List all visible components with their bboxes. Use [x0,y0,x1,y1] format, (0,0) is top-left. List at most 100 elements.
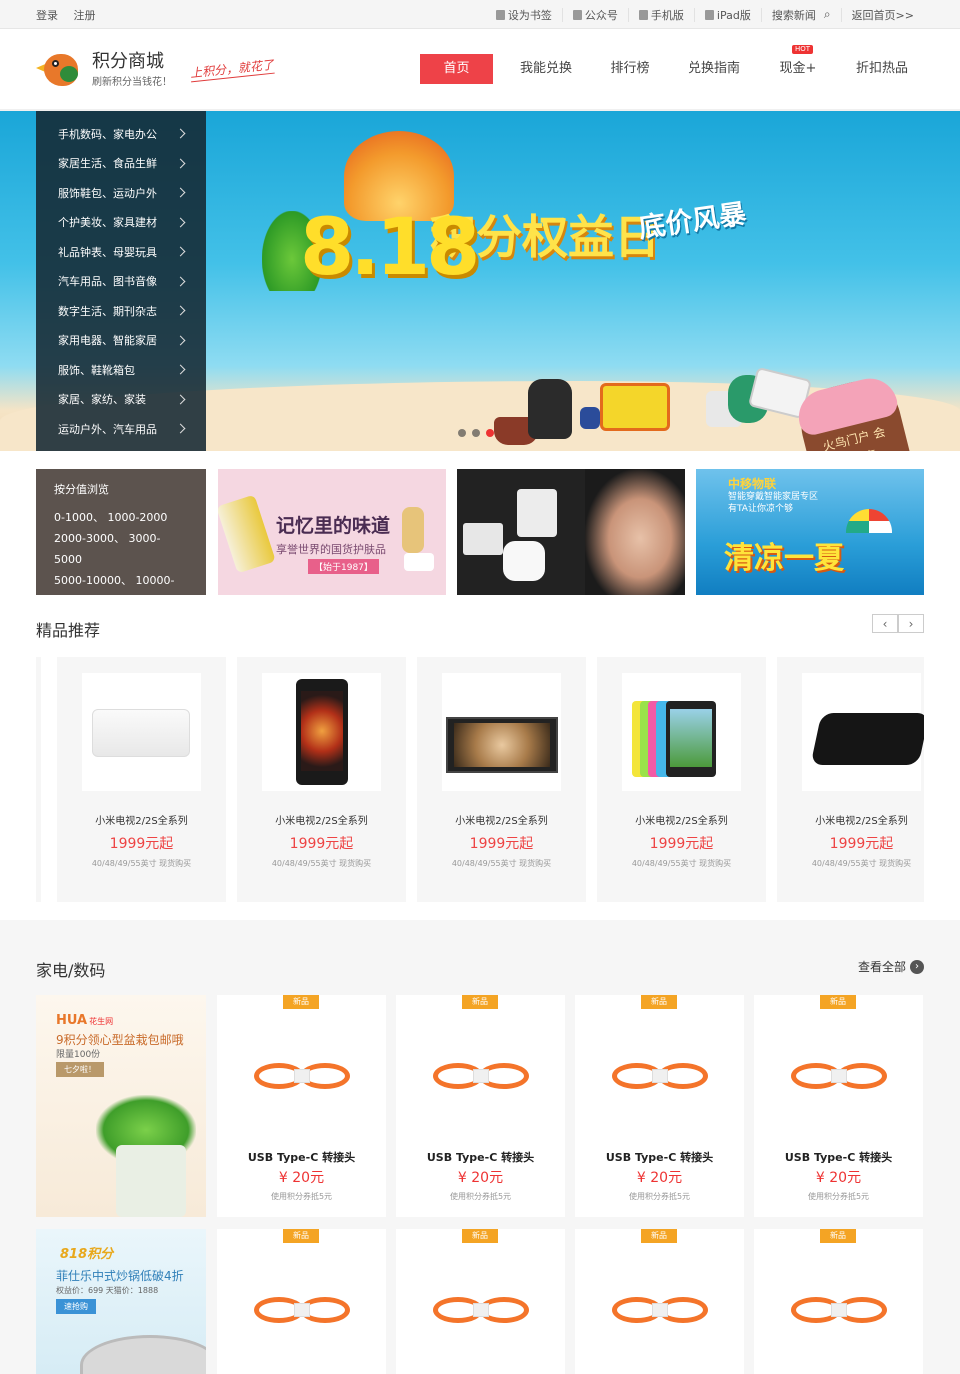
category-item[interactable]: 个护美妆、家具建材 [36,208,206,238]
category-item[interactable]: 家居生活、食品生鲜 [36,149,206,179]
goods-name: USB Type-C 转接头 [247,1151,356,1164]
view-all-link[interactable]: 查看全部 › [858,958,925,975]
new-badge: 新品 [820,1229,856,1243]
carousel-dot[interactable] [472,429,480,437]
tube-icon [218,494,276,574]
range-link[interactable]: 20000以上 [54,591,188,612]
banner-storm: 底价风暴 [636,198,749,245]
nav-can-redeem[interactable]: 我能兑换 [504,54,588,84]
category-label: 运动户外、汽车用品 [58,422,157,436]
product-image [82,673,201,791]
nav-cash-plus[interactable]: 现金+ HOT [756,45,840,84]
category-item[interactable]: 手机数码、家电办公 [36,119,206,149]
product-card[interactable]: 小米电视2/2S全系列 1999元起 40/48/49/55英寸 现货购买 [417,657,586,902]
category-item[interactable]: 家用电器、智能家居 [36,326,206,356]
nav-guide[interactable]: 兑换指南 [672,54,756,84]
promo-summer-banner[interactable]: 中移物联 智能穿戴智能家居专区 有TA让你凉个够 清凉一夏 [696,469,924,595]
range-link[interactable]: 5000-10000、 10000- [54,570,188,591]
back-home-link[interactable]: 返回首页>> [840,7,924,22]
mobile-link[interactable]: 手机版 [627,7,694,22]
new-badge: 新品 [641,1229,677,1243]
goods-card[interactable]: 新品 USB Type-C 转接头 ¥ 20元 使用积分券抵5元 [217,995,386,1217]
promo-skincare-banner[interactable]: 记忆里的味道 享誉世界的国货护肤品 【始于1987】 [218,469,446,595]
plant-promo-card[interactable]: HUA 花生网 9积分领心型盆栽包邮哦 限量100份 七夕啦！ [36,995,206,1217]
goods-card[interactable]: 新品 USB Type-C 转接头 ¥ 20元 使用积分券抵5元 [754,995,923,1217]
bookmark-icon [495,9,505,20]
login-link[interactable]: 登录 [36,9,58,22]
plant-promo-brand: HUA 花生网 [56,1013,113,1028]
goods-card[interactable]: 新品 [575,1229,744,1374]
nav-ranking[interactable]: 排行榜 [588,54,672,84]
goods-desc: 使用积分券抵5元 [807,1192,870,1201]
product-card[interactable]: 小米电视2/2S全系列 1999元起 40/48/49/55英寸 现货购买 [57,657,226,902]
ipad-link[interactable]: iPad版 [693,7,761,22]
prev-button[interactable]: ‹ [872,614,898,633]
banner-date: 8.18 [300,203,480,293]
promo-summer-big: 清凉一夏 [724,541,844,576]
goods-card[interactable]: 新品 [754,1229,923,1374]
parrot-logo-icon [36,48,86,90]
goods-desc: 使用积分券抵5元 [628,1192,691,1201]
goods-card[interactable]: 新品 [217,1229,386,1374]
category-item[interactable]: 服饰、鞋靴箱包 [36,355,206,385]
goods-price: ¥ 20元 [815,1170,862,1186]
plant-promo-limit: 限量100份 [56,1050,101,1060]
wok-promo-price: 权益价：699 天猫价：1888 [56,1286,159,1295]
product-card[interactable]: 小米电视2/2S全系列 1999元起 40/48/49/55英寸 现货购买 [237,657,406,902]
chevron-right-icon [175,158,186,169]
product-name: 小米电视2/2S全系列 [95,816,188,827]
carousel-dot[interactable] [458,429,466,437]
category-item[interactable]: 汽车用品、图书音像 [36,267,206,297]
phone-icon [296,679,348,785]
category-item[interactable]: 家居、家纺、家装 [36,385,206,415]
category-label: 服饰鞋包、运动户外 [58,186,157,200]
product-card[interactable]: 小米电视2/2S全系列 1999元起 40/48/49/55英寸 现货购买 [777,657,924,902]
carousel-dots [458,429,500,437]
ipad-icon [704,9,714,20]
wechat-link[interactable]: 公众号 [561,7,628,22]
product-image [622,673,741,791]
register-link[interactable]: 注册 [74,9,96,22]
bookmark-link[interactable]: 设为书签 [486,8,562,22]
category-item[interactable]: 数字生活、期刊杂志 [36,296,206,326]
nav-cash-plus-label: 现金+ [779,61,817,76]
carousel-dot-active[interactable] [486,429,494,437]
tv-icon [446,717,558,773]
range-link[interactable]: 0-1000、 1000-2000 [54,507,188,528]
plant-promo-button[interactable]: 七夕啦！ [56,1062,104,1077]
goods-card[interactable]: 新品 [396,1229,565,1374]
hero-banner[interactable]: 积分权益日 8.18 底价风暴 火鸟门户 会员专享 ★ ★ 手机数码、家电办公 … [0,111,960,451]
category-item[interactable]: 礼品钟表、母婴玩具 [36,237,206,267]
search-news-link[interactable]: 搜索新闻 ⌕ [760,7,841,22]
wok-promo-button[interactable]: 速抢购 [56,1299,96,1314]
plant-promo-title: 9积分领心型盆栽包邮哦 [56,1033,184,1047]
search-news-label: 搜索新闻 [771,8,816,22]
site-name: 积分商城 [92,50,164,72]
product-name: 小米电视2/2S全系列 [635,816,728,827]
chevron-right-icon [175,246,186,257]
nav-discount[interactable]: 折扣热品 [840,54,924,84]
new-badge: 新品 [283,995,319,1009]
promo-appliance-banner[interactable] [457,469,685,595]
chevron-right-icon [175,217,186,228]
goods-card[interactable]: 新品 USB Type-C 转接头 ¥ 20元 使用积分券抵5元 [396,995,565,1217]
product-card[interactable] [36,657,41,902]
header: 积分商城 刷新积分当钱花！ 上积分，就花了 首页 我能兑换 排行榜 兑换指南 现… [0,29,960,111]
wok-promo-card[interactable]: 818积分 菲仕乐中式炒锅低破4折 权益价：699 天猫价：1888 速抢购 [36,1229,206,1374]
site-logo[interactable]: 积分商城 刷新积分当钱花！ 上积分，就花了 [36,48,414,90]
product-desc: 40/48/49/55英寸 现货购买 [451,859,552,868]
range-link[interactable]: 2000-3000、 3000-5000 [54,528,188,570]
cup-icon [580,407,600,429]
goods-card[interactable]: 新品 USB Type-C 转接头 ¥ 20元 使用积分券抵5元 [575,995,744,1217]
category-item[interactable]: 运动户外、汽车用品 [36,414,206,444]
next-button[interactable]: › [898,614,924,633]
new-badge: 新品 [641,995,677,1009]
category-item[interactable]: 服饰鞋包、运动户外 [36,178,206,208]
nav-home[interactable]: 首页 [420,54,493,84]
search-icon[interactable]: ⌕ [824,7,831,22]
promo-skincare-sub: 享誉世界的国货护肤品 [276,543,386,556]
category-label: 家居、家纺、家装 [58,393,146,407]
powerbank-icon [92,709,190,757]
main-nav: 首页 我能兑换 排行榜 兑换指南 现金+ HOT 折扣热品 [420,45,924,84]
product-card[interactable]: 小米电视2/2S全系列 1999元起 40/48/49/55英寸 现货购买 [597,657,766,902]
